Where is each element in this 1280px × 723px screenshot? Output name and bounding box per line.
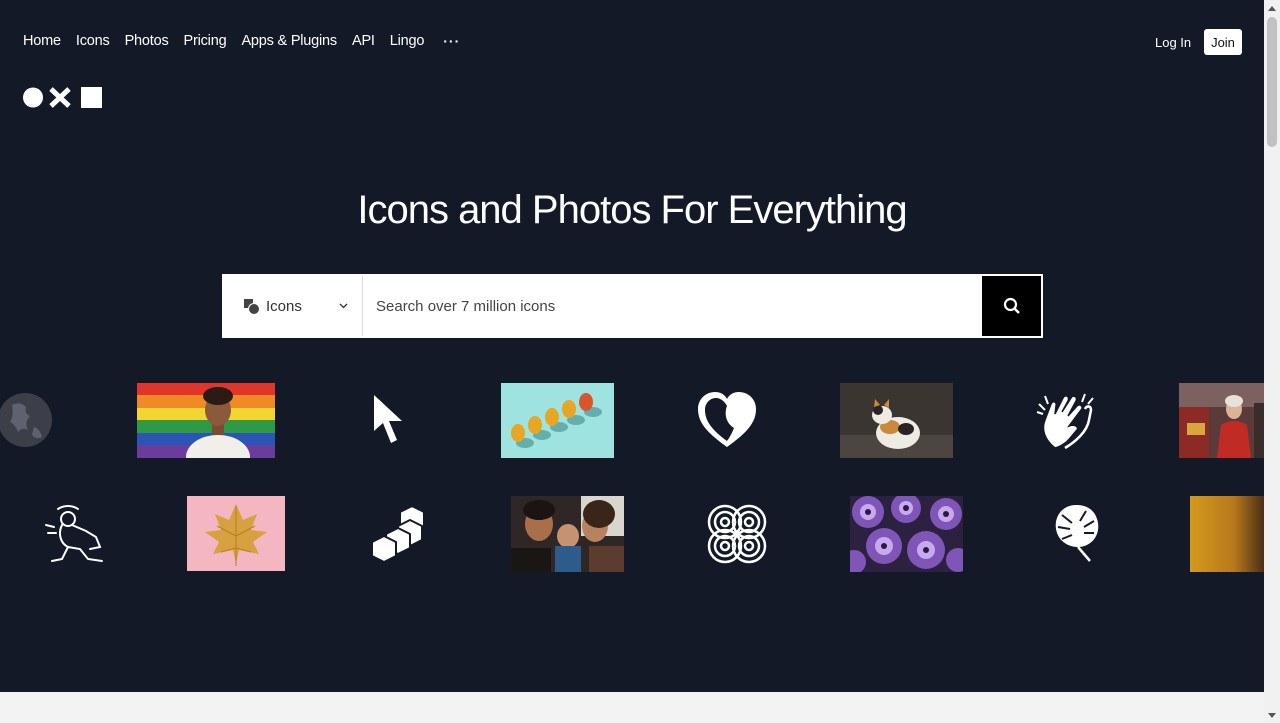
category-label: Icons [266, 297, 302, 315]
noun-project-logo[interactable] [23, 87, 103, 108]
family-photo[interactable] [511, 496, 624, 572]
scrollbar[interactable] [1264, 0, 1280, 723]
heart-face-icon[interactable] [696, 390, 758, 450]
purple-petunias-photo[interactable] [850, 496, 963, 572]
nav-home[interactable]: Home [23, 33, 61, 49]
orange-gradient-photo[interactable] [1190, 496, 1264, 572]
icons-category-icon [244, 298, 259, 314]
search-input[interactable] [363, 276, 982, 336]
top-nav: Home Icons Photos Pricing Apps & Plugins… [23, 33, 460, 49]
nav-pricing[interactable]: Pricing [184, 33, 227, 49]
street-portrait-photo[interactable] [1179, 383, 1264, 458]
nav-lingo[interactable]: Lingo [390, 33, 425, 49]
search-bar: Icons [222, 274, 1043, 338]
scrollbar-thumb[interactable] [1267, 17, 1277, 147]
nav-api[interactable]: API [352, 33, 375, 49]
knot-pattern-icon[interactable] [706, 503, 768, 565]
join-button[interactable]: Join [1204, 29, 1242, 55]
login-link[interactable]: Log In [1155, 35, 1191, 50]
page-title: Icons and Photos For Everything [357, 188, 907, 232]
category-dropdown[interactable]: Icons [224, 276, 363, 336]
calico-cat-photo[interactable] [840, 383, 953, 458]
search-button[interactable] [982, 276, 1041, 336]
chevron-down-icon [339, 303, 348, 309]
scroll-up-icon[interactable] [1264, 0, 1280, 16]
nav-icons[interactable]: Icons [76, 33, 110, 49]
scroll-down-icon[interactable] [1264, 707, 1280, 723]
search-icon [1003, 297, 1020, 314]
breakdancer-icon[interactable] [44, 503, 106, 565]
nav-apps-plugins[interactable]: Apps & Plugins [241, 33, 337, 49]
nav-photos[interactable]: Photos [125, 33, 169, 49]
pears-photo[interactable] [501, 383, 614, 458]
globe-icon[interactable] [0, 391, 54, 451]
clapping-hands-icon[interactable] [1035, 390, 1097, 452]
cursor-icon[interactable] [372, 393, 406, 447]
hero-section: Home Icons Photos Pricing Apps & Plugins… [0, 0, 1264, 692]
monstera-leaf-icon[interactable] [1052, 503, 1102, 563]
blocks-icon[interactable] [372, 506, 424, 562]
pride-portrait-photo[interactable] [137, 383, 275, 458]
golden-leaf-photo[interactable] [187, 496, 285, 571]
more-menu-icon[interactable]: ··· [443, 33, 460, 49]
